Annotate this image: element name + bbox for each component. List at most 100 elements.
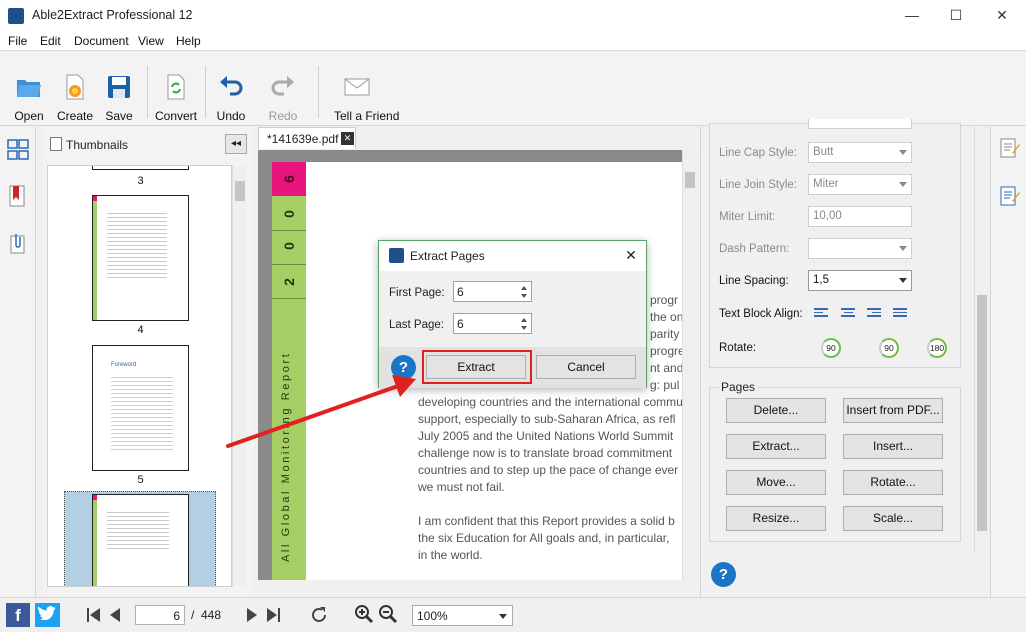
cover-vertical-title: All Global Monitoring Report	[280, 351, 292, 562]
help-button[interactable]: ?	[711, 562, 736, 587]
close-tab-button[interactable]: ✕	[341, 132, 354, 145]
properties-scrollbar[interactable]	[974, 127, 990, 552]
thumbnail-scrollbar[interactable]	[232, 165, 246, 587]
thumbnails-panel-icon[interactable]	[7, 139, 29, 161]
page-number-input[interactable]: 6	[135, 605, 185, 625]
document-text-line: challenge now is to translate broad comm…	[418, 446, 673, 460]
collapse-panel-button[interactable]: ◂◂	[225, 134, 247, 154]
thumbnail-page-4[interactable]	[92, 195, 189, 321]
title-bar: Able2Extract Professional 12 — ☐ ✕	[0, 0, 1026, 31]
save-button[interactable]: Save	[96, 74, 142, 123]
move-pages-button[interactable]: Move...	[726, 470, 826, 495]
undo-button[interactable]: Undo	[208, 74, 254, 123]
menu-view[interactable]: View	[138, 34, 164, 48]
line-cap-select[interactable]: Butt	[808, 142, 912, 163]
align-justify-icon[interactable]	[893, 308, 907, 319]
thumbnail-list[interactable]: 3 4 Foreword 5	[47, 165, 232, 587]
align-left-icon[interactable]	[814, 308, 828, 319]
maximize-button[interactable]: ☐	[933, 0, 979, 31]
redo-button[interactable]: Redo	[260, 74, 306, 123]
spin-up-icon[interactable]	[521, 286, 527, 290]
previous-page-icon[interactable]	[108, 607, 122, 623]
first-page-input[interactable]: 6	[453, 281, 532, 302]
attachment-icon[interactable]	[10, 233, 26, 255]
line-spacing-select[interactable]: 1,5	[808, 270, 912, 291]
refresh-icon[interactable]	[310, 606, 328, 624]
rotate-label: Rotate:	[719, 342, 757, 354]
page-total: 448	[201, 608, 222, 622]
scrollbar-thumb[interactable]	[685, 172, 695, 188]
thumbnail-page-5[interactable]: Foreword	[92, 345, 189, 471]
thumbnail-selected-frame[interactable]	[64, 491, 216, 586]
form-edit-icon[interactable]	[1000, 185, 1020, 207]
twitter-icon[interactable]	[35, 603, 60, 627]
folder-icon	[17, 80, 41, 97]
first-page-icon[interactable]	[86, 607, 102, 623]
last-page-input[interactable]: 6	[453, 313, 532, 334]
zoom-in-icon[interactable]	[354, 604, 374, 624]
tell-a-friend-button[interactable]: Tell a Friend	[334, 74, 399, 123]
scale-pages-button[interactable]: Scale...	[843, 506, 943, 531]
spin-up-icon[interactable]	[521, 318, 527, 322]
menu-document[interactable]: Document	[74, 34, 129, 48]
open-button[interactable]: Open	[6, 74, 52, 123]
spin-down-icon[interactable]	[521, 326, 527, 330]
align-center-icon[interactable]	[841, 308, 855, 319]
extract-pages-button[interactable]: Extract...	[726, 434, 826, 459]
dialog-title: Extract Pages	[410, 249, 485, 263]
facebook-icon[interactable]: f	[6, 603, 30, 627]
thumbnail-page-6[interactable]	[92, 494, 189, 586]
thumbnails-header: Thumbnails ◂◂	[42, 127, 254, 157]
rotate-pages-button[interactable]: Rotate...	[843, 470, 943, 495]
extract-button[interactable]: Extract	[426, 355, 526, 379]
line-join-select[interactable]: Miter	[808, 174, 912, 195]
left-panel-strip	[0, 127, 36, 597]
toolbar-separator	[147, 66, 148, 118]
dash-pattern-select[interactable]	[808, 238, 912, 259]
align-right-icon[interactable]	[867, 308, 881, 319]
insert-from-pdf-button[interactable]: Insert from PDF...	[843, 398, 943, 423]
next-page-icon[interactable]	[245, 607, 259, 623]
dialog-help-button[interactable]: ?	[391, 355, 416, 380]
rotate-180-button[interactable]: 180	[927, 338, 947, 358]
cancel-button[interactable]: Cancel	[536, 355, 636, 379]
menu-file[interactable]: File	[8, 34, 27, 48]
zoom-out-icon[interactable]	[378, 604, 398, 624]
rotate-90-ccw-button[interactable]: 90	[821, 338, 841, 358]
last-page-icon[interactable]	[265, 607, 281, 623]
delete-pages-button[interactable]: Delete...	[726, 398, 826, 423]
document-text-line: g: pul	[650, 378, 680, 392]
create-button[interactable]: Create	[52, 74, 98, 123]
close-button[interactable]: ✕	[979, 0, 1025, 31]
document-scrollbar[interactable]	[682, 150, 698, 580]
menu-bar: File Edit Document View Help	[0, 31, 1026, 51]
thumbnails-panel: Thumbnails ◂◂ 3 4 Foreword 5	[42, 127, 254, 597]
dialog-close-button[interactable]: ✕	[621, 245, 641, 265]
thumbnail-page-3[interactable]	[92, 166, 189, 170]
scrollbar-thumb[interactable]	[977, 295, 987, 531]
menu-edit[interactable]: Edit	[40, 34, 61, 48]
redo-icon	[271, 76, 294, 96]
convert-button[interactable]: Convert	[153, 74, 199, 123]
spin-down-icon[interactable]	[521, 294, 527, 298]
document-text-line: the six Education for All goals and, in …	[418, 531, 670, 545]
dialog-footer: ? Extract Cancel	[379, 347, 646, 388]
insert-pages-button[interactable]: Insert...	[843, 434, 943, 459]
pages-group-title: Pages	[719, 380, 758, 394]
scrollbar-thumb[interactable]	[235, 181, 245, 201]
minimize-button[interactable]: —	[889, 0, 935, 31]
zoom-select[interactable]: 100%	[412, 605, 513, 626]
top-property-field[interactable]	[808, 119, 912, 129]
chevron-down-icon	[899, 246, 907, 251]
document-text-line: nt and	[650, 361, 684, 375]
document-tab[interactable]: *141639e.pdf ✕	[258, 127, 356, 149]
rotate-90-cw-button[interactable]: 90	[879, 338, 899, 358]
miter-limit-input[interactable]: 10,00	[808, 206, 912, 227]
line-spacing-value: 1,5	[813, 274, 829, 286]
document-tab-label: *141639e.pdf	[267, 132, 339, 146]
resize-pages-button[interactable]: Resize...	[726, 506, 826, 531]
bookmark-icon[interactable]	[9, 185, 27, 209]
edit-document-icon[interactable]	[1000, 137, 1020, 159]
document-text-line: progr	[650, 293, 679, 307]
menu-help[interactable]: Help	[176, 34, 201, 48]
